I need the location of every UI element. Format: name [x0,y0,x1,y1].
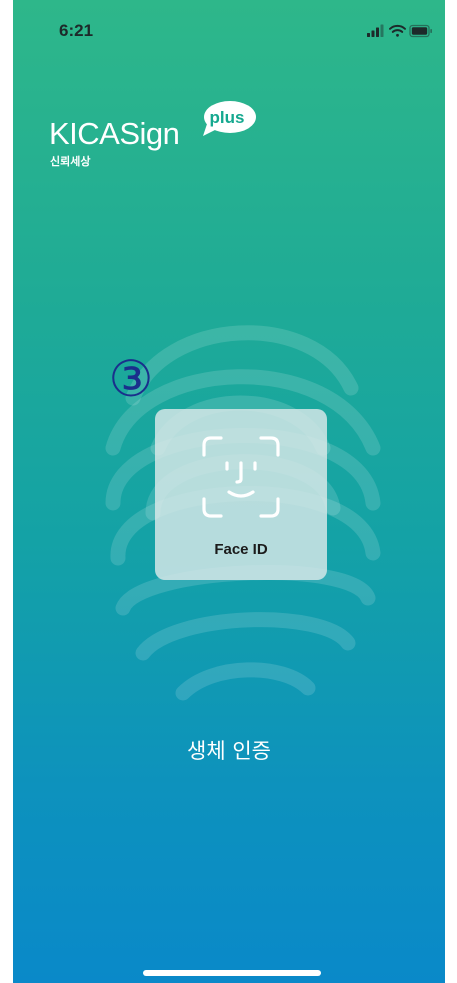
phone-frame: 6:21 KICASign plus 신뢰세상 ③ Face ID 생체 인증 [13,0,445,983]
face-id-label: Face ID [214,541,268,558]
cellular-signal-icon [367,24,384,37]
wifi-icon [389,24,406,37]
battery-icon [409,24,432,38]
face-id-icon [202,436,280,518]
status-bar: 6:21 [13,0,445,60]
status-time: 6:21 [59,21,94,40]
biometric-auth-title: 생체 인증 [187,739,271,763]
kicasign-logo: KICASign plus 신뢰세상 [49,100,269,180]
home-indicator[interactable] [143,970,321,976]
logo-brand-text: KICASign [49,116,180,151]
app-screen: 6:21 KICASign plus 신뢰세상 ③ Face ID 생체 인증 [13,0,445,983]
circled-number-annotation: ③ [108,350,154,408]
logo-subtitle: 신뢰세상 [50,155,91,168]
logo-plus-badge: plus [209,108,245,127]
face-id-button[interactable]: Face ID [155,409,327,580]
status-icons [367,24,432,38]
